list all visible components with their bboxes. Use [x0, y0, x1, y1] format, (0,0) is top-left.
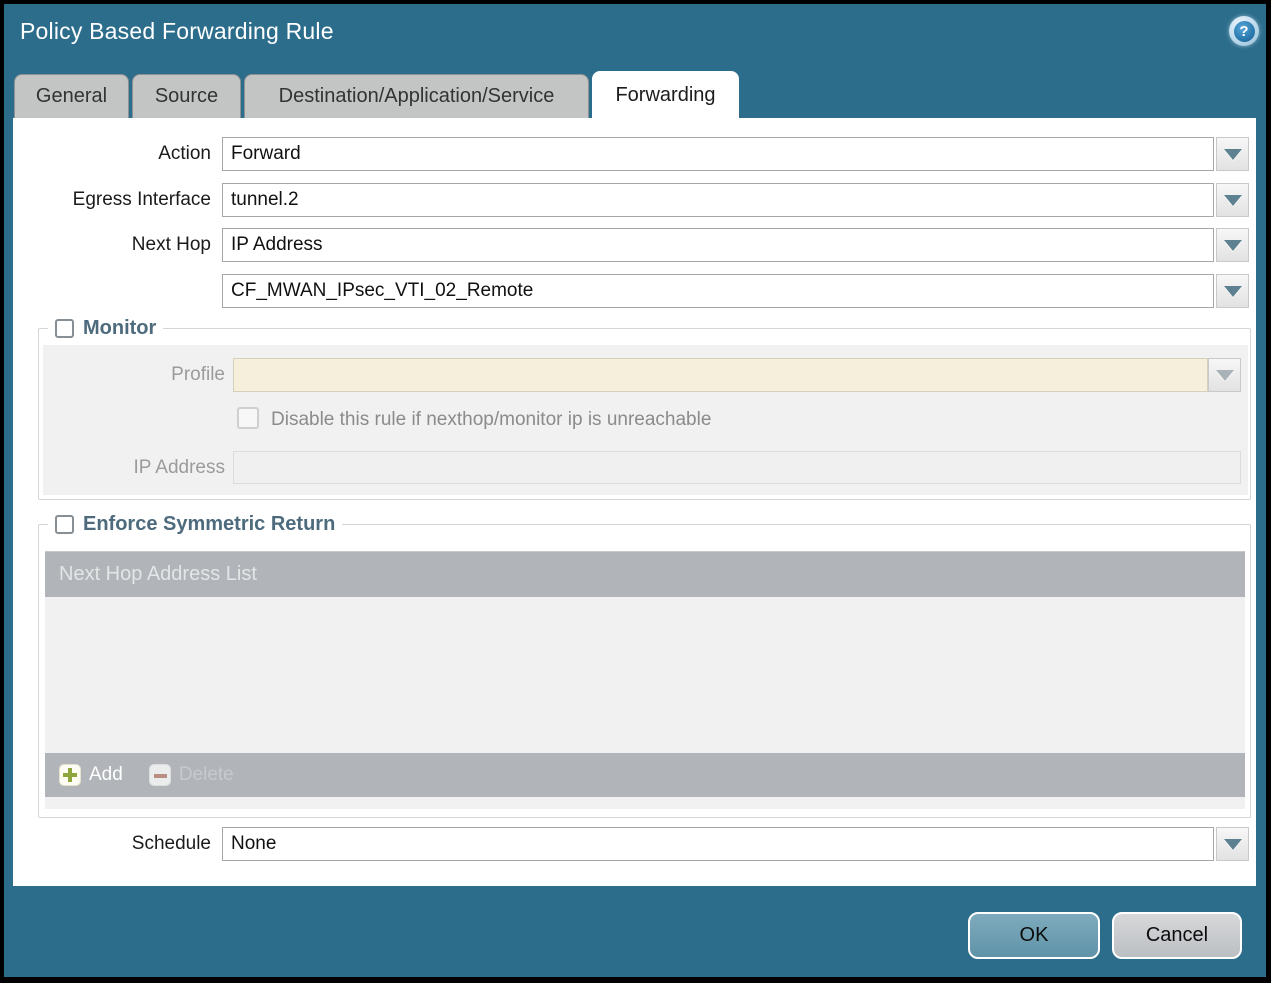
tab-bar: General Source Destination/Application/S… — [14, 71, 739, 118]
chevron-down-icon — [1224, 839, 1242, 850]
chevron-down-icon — [1224, 286, 1242, 297]
monitor-legend: Monitor — [48, 317, 163, 340]
minus-icon — [149, 764, 171, 786]
tab-source[interactable]: Source — [132, 74, 241, 118]
next-hop-dropdown-button[interactable] — [1216, 228, 1249, 262]
next-hop-address-list-body — [45, 597, 1245, 753]
egress-interface-combo[interactable]: tunnel.2 — [222, 183, 1214, 217]
disable-rule-label: Disable this rule if nexthop/monitor ip … — [271, 409, 711, 431]
monitor-fieldset: Monitor Profile Disable this rule if nex… — [38, 328, 1251, 500]
monitor-ip-address-label: IP Address — [27, 451, 225, 485]
enforce-symmetric-return-fieldset: Enforce Symmetric Return Next Hop Addres… — [38, 524, 1251, 818]
ok-button[interactable]: OK — [968, 912, 1100, 959]
monitor-checkbox[interactable] — [55, 319, 74, 338]
egress-interface-label: Egress Interface — [13, 183, 211, 217]
action-label: Action — [13, 137, 211, 171]
schedule-label: Schedule — [13, 827, 211, 861]
action-combo[interactable]: Forward — [222, 137, 1214, 171]
dialog-title: Policy Based Forwarding Rule — [20, 18, 334, 45]
help-icon: ? — [1234, 21, 1255, 42]
next-hop-address-dropdown-button[interactable] — [1216, 274, 1249, 308]
chevron-down-icon — [1224, 149, 1242, 160]
next-hop-address-list-header: Next Hop Address List — [45, 551, 1245, 597]
enforce-symmetric-return-legend: Enforce Symmetric Return — [48, 513, 342, 536]
delete-button-label: Delete — [179, 764, 234, 786]
profile-label: Profile — [27, 358, 225, 392]
table-bottom-strip — [45, 797, 1245, 809]
delete-button: Delete — [149, 764, 234, 786]
next-hop-label: Next Hop — [13, 228, 211, 262]
help-button[interactable]: ? — [1229, 16, 1259, 46]
chevron-down-icon — [1224, 240, 1242, 251]
monitor-ip-address-input — [233, 451, 1241, 484]
forwarding-tab-panel: Action Forward Egress Interface tunnel.2… — [13, 118, 1256, 886]
next-hop-address-table: Next Hop Address List Add Delete — [45, 551, 1245, 809]
cancel-button[interactable]: Cancel — [1112, 912, 1242, 959]
enforce-symmetric-return-legend-label: Enforce Symmetric Return — [83, 513, 335, 536]
monitor-legend-label: Monitor — [83, 317, 156, 340]
screen: { "dialog": { "title": "Policy Based For… — [0, 0, 1271, 983]
tab-forwarding[interactable]: Forwarding — [592, 71, 739, 118]
chevron-down-icon — [1224, 195, 1242, 206]
tab-general[interactable]: General — [14, 74, 129, 118]
next-hop-address-combo[interactable]: CF_MWAN_IPsec_VTI_02_Remote — [222, 274, 1214, 308]
pbf-rule-dialog: Policy Based Forwarding Rule ? General S… — [4, 4, 1266, 977]
egress-interface-dropdown-button[interactable] — [1216, 183, 1249, 217]
next-hop-address-list-toolbar: Add Delete — [45, 753, 1245, 797]
next-hop-type-combo[interactable]: IP Address — [222, 228, 1214, 262]
action-dropdown-button[interactable] — [1216, 137, 1249, 171]
disable-rule-checkbox — [237, 407, 259, 429]
schedule-dropdown-button[interactable] — [1216, 827, 1249, 861]
chevron-down-icon — [1216, 370, 1234, 381]
enforce-symmetric-return-checkbox[interactable] — [55, 515, 74, 534]
schedule-combo[interactable]: None — [222, 827, 1214, 861]
profile-combo — [233, 358, 1208, 392]
plus-icon — [59, 764, 81, 786]
add-button[interactable]: Add — [59, 764, 123, 786]
tab-destination-application-service[interactable]: Destination/Application/Service — [244, 74, 589, 118]
profile-dropdown-button — [1208, 358, 1241, 392]
add-button-label: Add — [89, 764, 123, 786]
